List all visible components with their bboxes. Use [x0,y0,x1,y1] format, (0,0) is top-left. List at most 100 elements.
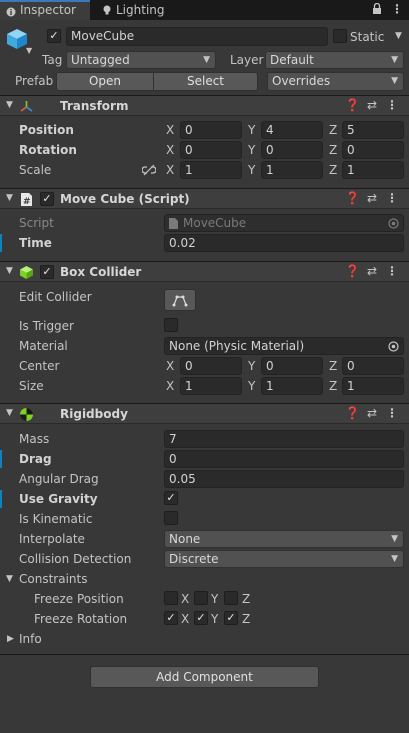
edit-collider-label: Edit Collider [19,290,92,304]
scale-z-field[interactable]: 1 [342,161,404,179]
help-icon[interactable]: ❓ [345,264,360,280]
freeze-rotation-x-checkbox[interactable]: ✓ [164,611,178,625]
mass-field[interactable]: 7 [164,430,404,448]
scale-x-field[interactable]: 1 [180,161,242,179]
static-checkbox[interactable] [333,29,347,43]
position-x-field[interactable]: 0 [180,121,242,139]
rotation-x-field[interactable]: 0 [180,141,242,159]
scale-y-field[interactable]: 1 [261,161,323,179]
box-collider-header[interactable]: ▼ ✓ Box Collider ❓ ⇄ ⋮ [0,261,409,282]
add-component-button[interactable]: Add Component [90,666,319,688]
freeze-rotation-y-checkbox[interactable]: ✓ [194,611,208,625]
constraints-foldout-arrow-icon[interactable]: ▼ [6,574,13,584]
component-enabled-checkbox[interactable]: ✓ [40,192,54,206]
kebab-menu-icon[interactable]: ⋮ [391,1,403,17]
axis-x-label[interactable]: X [166,378,174,394]
freeze-position-z-checkbox[interactable] [224,591,238,605]
help-icon[interactable]: ❓ [345,406,360,422]
axis-x-label[interactable]: X [166,142,174,158]
component-title: Transform [60,99,129,113]
axis-x-label[interactable]: X [166,358,174,374]
size-x-field[interactable]: 1 [180,377,242,395]
rotation-y-field[interactable]: 0 [261,141,323,159]
preset-icon[interactable]: ⇄ [365,264,379,280]
rigidbody-header[interactable]: ▼ Rigidbody ❓ ⇄ ⋮ [0,403,409,424]
preset-icon[interactable]: ⇄ [365,98,379,114]
object-picker-icon[interactable] [388,341,399,352]
axis-z-label[interactable]: Z [329,358,337,374]
axis-y-label[interactable]: Y [248,142,255,158]
icon-dropdown-arrow-icon[interactable]: ▼ [26,46,32,55]
object-picker-icon[interactable] [388,218,399,229]
use-gravity-checkbox[interactable]: ✓ [164,491,178,505]
interpolate-dropdown[interactable]: None ▼ [164,530,404,548]
rotation-z-field[interactable]: 0 [342,141,404,159]
axis-x-label[interactable]: X [166,162,174,178]
is-trigger-checkbox[interactable] [164,318,178,332]
time-field[interactable]: 0.02 [164,234,404,252]
axis-z-label[interactable]: Z [329,162,337,178]
axis-z-label[interactable]: Z [329,378,337,394]
axis-y-label[interactable]: Y [248,122,255,138]
axis-y-label[interactable]: Y [248,358,255,374]
info-icon [6,7,16,17]
freeze-rotation-z-checkbox[interactable]: ✓ [224,611,238,625]
prefab-select-button[interactable]: Select [153,72,258,91]
foldout-arrow-icon[interactable]: ▼ [6,408,13,418]
foldout-arrow-icon[interactable]: ▼ [6,266,13,276]
layer-dropdown[interactable]: Default ▼ [265,51,404,69]
drag-field[interactable]: 0 [164,450,404,468]
position-y-field[interactable]: 4 [261,121,323,139]
prefab-open-button[interactable]: Open [56,72,154,91]
is-kinematic-checkbox[interactable] [164,511,178,525]
component-enabled-checkbox[interactable]: ✓ [40,265,54,279]
axis-y-label[interactable]: Y [248,378,255,394]
position-z-field[interactable]: 5 [342,121,404,139]
freeze-position-y-checkbox[interactable] [194,591,208,605]
info-foldout-arrow-icon[interactable]: ▶ [7,634,14,644]
move-cube-header[interactable]: ▼ # ✓ Move Cube (Script) ❓ ⇄ ⋮ [0,188,409,209]
foldout-arrow-icon[interactable]: ▼ [6,193,13,203]
collision-detection-dropdown[interactable]: Discrete ▼ [164,550,404,568]
size-y-field[interactable]: 1 [261,377,323,395]
preset-icon[interactable]: ⇄ [365,406,379,422]
overrides-dropdown[interactable]: Overrides ▼ [267,72,404,91]
axis-y-label[interactable]: Y [248,162,255,178]
active-checkbox[interactable]: ✓ [47,29,61,43]
size-z-field[interactable]: 1 [342,377,404,395]
component-menu-icon[interactable]: ⋮ [385,264,399,280]
constraints-label[interactable]: Constraints [19,571,87,587]
object-name-input[interactable]: MoveCube [66,27,328,46]
transform-header[interactable]: ▼ Transform ❓ ⇄ ⋮ [0,95,409,116]
help-icon[interactable]: ❓ [345,98,360,114]
component-menu-icon[interactable]: ⋮ [385,191,399,207]
angular-drag-label: Angular Drag [19,472,99,486]
axis-x-label[interactable]: X [166,122,174,138]
info-label[interactable]: Info [19,631,42,647]
axis-z-label[interactable]: Z [329,122,337,138]
center-y-field[interactable]: 0 [261,357,323,375]
angular-drag-field[interactable]: 0.05 [164,470,404,488]
tag-dropdown[interactable]: Untagged ▼ [66,51,216,69]
script-object-field[interactable]: MoveCube [164,214,404,232]
lightbulb-icon [103,5,111,15]
center-z-field[interactable]: 0 [342,357,404,375]
mass-label: Mass [19,432,50,446]
modified-indicator-bar [0,450,2,468]
tab-lighting[interactable]: Lighting [96,0,176,20]
help-icon[interactable]: ❓ [345,191,360,207]
material-object-field[interactable]: None (Physic Material) [164,337,404,355]
position-label: Position [19,123,74,137]
component-menu-icon[interactable]: ⋮ [385,98,399,114]
static-dropdown-arrow-icon[interactable]: ▼ [395,31,402,41]
tab-inspector[interactable]: Inspector [0,0,90,20]
freeze-position-x-checkbox[interactable] [164,591,178,605]
axis-z-label[interactable]: Z [329,142,337,158]
lock-icon[interactable] [372,3,382,15]
component-menu-icon[interactable]: ⋮ [385,406,399,422]
center-x-field[interactable]: 0 [180,357,242,375]
edit-collider-button[interactable] [164,289,196,311]
preset-icon[interactable]: ⇄ [365,191,379,207]
foldout-arrow-icon[interactable]: ▼ [6,100,13,110]
constrain-proportions-link-icon[interactable] [142,164,156,176]
